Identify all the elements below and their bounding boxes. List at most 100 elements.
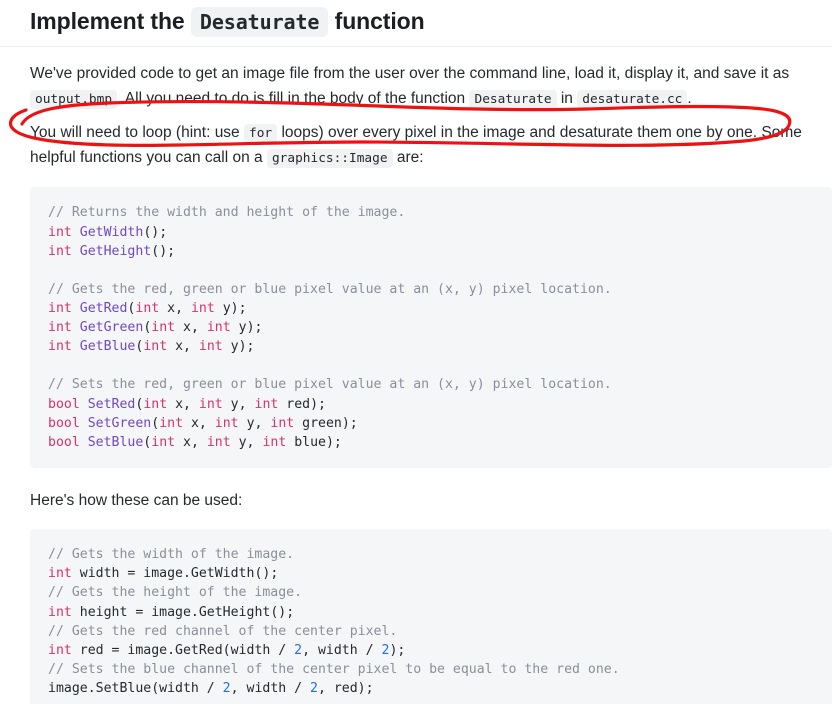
- code-token-plain: x,: [159, 301, 191, 317]
- code-token-comment: // Sets the red, green or blue pixel val…: [48, 377, 612, 393]
- inline-code-desaturate-fn: Desaturate: [469, 90, 557, 110]
- code-line: // Sets the blue channel of the center p…: [48, 660, 832, 679]
- code-line: // Gets the width of the image.: [48, 545, 832, 564]
- loop-paragraph: You will need to loop (hint: use for loo…: [0, 111, 832, 170]
- loop-text-3: are:: [396, 149, 424, 167]
- code-token-type: int: [143, 396, 168, 412]
- code-line: int GetHeight();: [48, 242, 832, 261]
- code-token-fn: GetWidth: [79, 224, 144, 240]
- code-line: // Sets the red, green or blue pixel val…: [48, 375, 832, 394]
- code-token-type: int: [48, 339, 72, 355]
- code-token-type: int: [48, 224, 72, 240]
- intro-text-1: We've provided code to get an image file…: [30, 65, 790, 83]
- code-token-plain: x,: [175, 434, 207, 450]
- code-token-type: int: [48, 320, 72, 336]
- code-token-type: int: [48, 604, 72, 620]
- code-block-api-reference: // Returns the width and height of the i…: [30, 187, 832, 469]
- code-token-type: int: [48, 642, 72, 658]
- code-token-fn: SetRed: [87, 396, 136, 412]
- code-token-fn: SetBlue: [87, 434, 144, 450]
- code-token-plain: y,: [222, 396, 255, 412]
- code-line: bool SetBlue(int x, int y, int blue);: [48, 433, 832, 452]
- code-token-comment: // Gets the red, green or blue pixel val…: [48, 281, 612, 297]
- code-token-plain: green);: [294, 415, 358, 431]
- code-token-type: bool: [48, 434, 80, 450]
- code-token-plain: y);: [222, 339, 255, 355]
- code-token-fn: GetHeight: [79, 243, 152, 259]
- intro-text-4: .: [687, 90, 692, 108]
- code-token-comment: // Gets the width of the image.: [48, 547, 295, 563]
- code-line: int GetWidth();: [48, 223, 832, 242]
- code-token-type: int: [270, 415, 295, 431]
- code-token-comment: // Gets the red channel of the center pi…: [48, 623, 398, 639]
- inline-code-desaturate-cc: desaturate.cc: [577, 90, 688, 110]
- code-token-type: bool: [48, 415, 80, 431]
- inline-code-for: for: [244, 124, 278, 144]
- code-line: // Returns the width and height of the i…: [48, 203, 832, 222]
- code-token-type: int: [143, 339, 168, 355]
- code-token-plain: height = image.GetHeight();: [71, 604, 295, 620]
- page-title-text-before: Implement the: [30, 8, 185, 34]
- code-line: // Gets the height of the image.: [48, 583, 832, 602]
- page-title-text-after: function: [334, 8, 425, 34]
- code-token-fn: GetBlue: [79, 339, 136, 355]
- code-token-type: int: [151, 320, 176, 336]
- code-token-fn: GetGreen: [79, 320, 144, 336]
- page-root: Implement the Desaturate function We've …: [0, 0, 832, 704]
- code-token-comment: // Sets the blue channel of the center p…: [48, 661, 620, 677]
- code-token-type: int: [151, 434, 176, 450]
- code-token-type: int: [190, 301, 215, 317]
- code-token-plain: y);: [230, 320, 263, 336]
- inline-code-output-bmp: output.bmp: [30, 90, 118, 110]
- page-title: Implement the Desaturate function: [0, 0, 832, 48]
- code-line: // Gets the red channel of the center pi…: [48, 622, 832, 641]
- code-token-type: int: [48, 301, 72, 317]
- code-token-fn: GetRed: [79, 301, 128, 317]
- inline-code-desaturate: Desaturate: [190, 7, 329, 37]
- intro-text-3: in: [560, 90, 573, 108]
- code-token-comment: // Gets the height of the image.: [48, 585, 303, 601]
- intro-paragraph: We've provided code to get an image file…: [0, 47, 832, 111]
- code-line: int GetRed(int x, int y);: [48, 299, 832, 318]
- code-token-plain: x,: [183, 415, 215, 431]
- code-line: int height = image.GetHeight();: [48, 603, 832, 622]
- code-token-type: int: [135, 301, 160, 317]
- loop-text-1: You will need to loop (hint: use: [30, 124, 240, 142]
- howto-paragraph: Here's how these can be used:: [30, 492, 243, 510]
- code-line: int GetGreen(int x, int y);: [48, 318, 832, 337]
- code-token-plain: , red);: [317, 681, 374, 697]
- code-line: int GetBlue(int x, int y);: [48, 337, 832, 356]
- code-token-plain: , width /: [302, 642, 382, 658]
- code-token-comment: // Returns the width and height of the i…: [48, 205, 406, 221]
- intro-text-2: . All you need to do is fill in the body…: [117, 90, 466, 108]
- code-token-type: int: [206, 320, 231, 336]
- code-line: image.SetBlue(width / 2, width / 2, red)…: [48, 679, 832, 698]
- code-token-num: 2: [294, 642, 303, 658]
- code-line: int width = image.GetWidth();: [48, 564, 832, 583]
- inline-code-graphics-image: graphics::Image: [266, 149, 393, 169]
- code-token-plain: ();: [151, 243, 176, 259]
- code-token-type: int: [262, 434, 287, 450]
- code-token-type: int: [198, 396, 223, 412]
- code-token-plain: y,: [230, 434, 263, 450]
- code-token-type: int: [206, 434, 231, 450]
- code-token-num: 2: [310, 681, 318, 697]
- code-token-plain: (: [151, 415, 160, 431]
- code-block-usage-example: // Gets the width of the image. int width…: [30, 529, 832, 704]
- code-token-plain: );: [389, 642, 406, 658]
- code-token-type: int: [198, 339, 223, 355]
- code-token-type: bool: [48, 396, 80, 412]
- code-token-plain: image.SetBlue(width /: [48, 681, 223, 697]
- code-line: bool SetRed(int x, int y, int red);: [48, 395, 832, 414]
- code-token-plain: blue);: [286, 434, 342, 450]
- code-token-plain: x,: [175, 320, 207, 336]
- code-token-plain: y,: [238, 415, 271, 431]
- code-token-fn: SetGreen: [87, 415, 152, 431]
- code-line: // Gets the red, green or blue pixel val…: [48, 280, 832, 299]
